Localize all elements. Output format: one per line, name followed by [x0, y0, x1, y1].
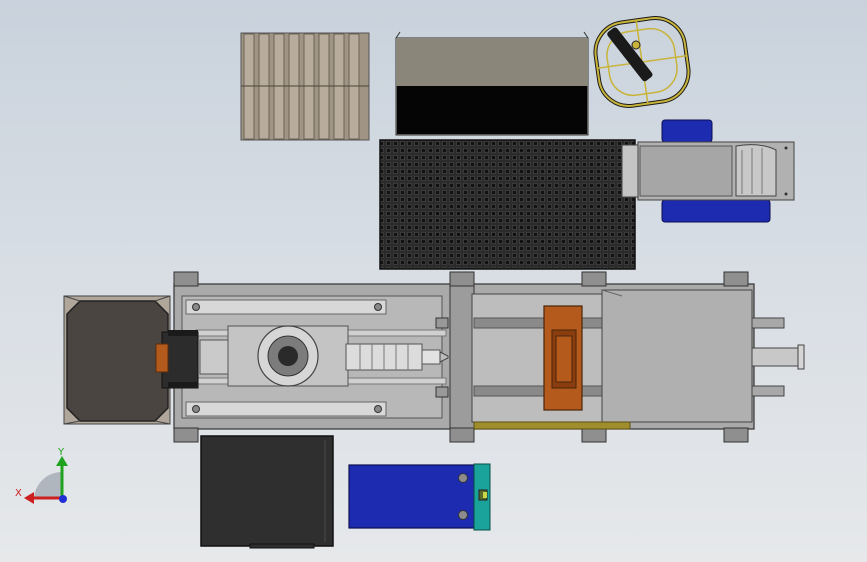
- x-axis-label: X: [15, 488, 22, 499]
- electrical-cabinet[interactable]: [63, 295, 171, 425]
- pump-unit[interactable]: [348, 463, 491, 531]
- mould[interactable]: [543, 305, 583, 411]
- y-axis-label: Y: [57, 447, 65, 458]
- pallet[interactable]: [240, 32, 370, 141]
- orientation-triad: X Y: [15, 447, 68, 504]
- mesh-grid[interactable]: [379, 139, 636, 270]
- x-axis-head: [24, 492, 34, 504]
- z-axis-dot: [59, 495, 67, 503]
- cover-box[interactable]: [395, 31, 589, 136]
- clamping-unit[interactable]: [449, 285, 805, 430]
- hydraulic-motor[interactable]: [621, 119, 795, 223]
- injection-unit[interactable]: [155, 295, 449, 419]
- control-box[interactable]: [200, 435, 334, 549]
- cooling-fan[interactable]: [592, 14, 693, 110]
- cad-viewport[interactable]: X Y: [0, 0, 867, 562]
